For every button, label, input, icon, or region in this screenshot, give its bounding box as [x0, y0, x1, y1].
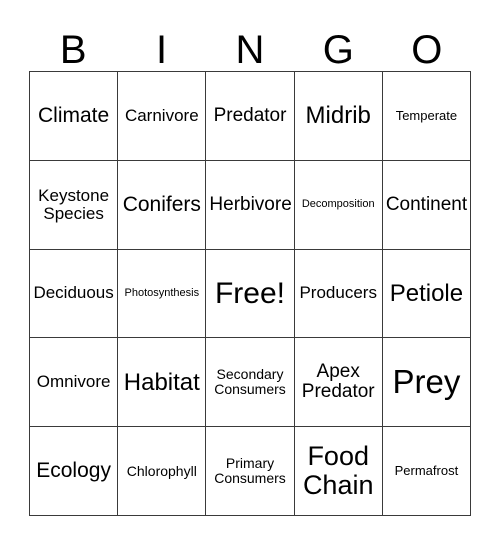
bingo-cell[interactable]: Food Chain	[294, 427, 383, 516]
bingo-cell-label: Predator	[213, 104, 287, 126]
bingo-cell-label: Midrib	[305, 102, 371, 130]
bingo-cell[interactable]: Keystone Species	[30, 160, 119, 250]
bingo-free-space-label: Free!	[214, 276, 286, 310]
bingo-cell-label: Prey	[392, 362, 461, 400]
bingo-cell[interactable]: Producers	[294, 249, 383, 339]
bingo-cell-label: Chlorophyll	[126, 462, 197, 479]
bingo-row: Deciduous Photosynthesis Free! Producers…	[30, 249, 472, 339]
bingo-row: Climate Carnivore Predator Midrib Temper…	[30, 72, 472, 161]
bingo-row: Omnivore Habitat Secondary Consumers Ape…	[30, 338, 472, 428]
bingo-cell[interactable]: Prey	[382, 338, 472, 428]
bingo-header-letter-g: G	[322, 28, 354, 72]
bingo-cell[interactable]: Apex Predator	[294, 338, 383, 428]
bingo-cell-label: Permafrost	[394, 463, 459, 479]
bingo-cell[interactable]: Petiole	[382, 249, 472, 339]
bingo-row: Ecology Chlorophyll Primary Consumers Fo…	[30, 427, 472, 516]
bingo-cell-label: Carnivore	[124, 105, 199, 125]
bingo-cell-label: Temperate	[395, 108, 458, 124]
bingo-cell[interactable]: Photosynthesis	[118, 249, 207, 339]
bingo-cell[interactable]: Omnivore	[30, 338, 119, 428]
bingo-cell[interactable]: Climate	[30, 72, 119, 161]
bingo-grid: Climate Carnivore Predator Midrib Temper…	[29, 71, 472, 516]
bingo-cell[interactable]: Secondary Consumers	[206, 338, 295, 428]
bingo-cell[interactable]: Deciduous	[30, 249, 119, 339]
bingo-cell[interactable]: Habitat	[118, 338, 207, 428]
bingo-cell-label: Continent	[385, 193, 468, 215]
bingo-cell[interactable]: Continent	[382, 160, 472, 250]
bingo-cell[interactable]: Temperate	[382, 72, 472, 161]
bingo-cell[interactable]: Midrib	[294, 72, 383, 161]
bingo-cell-label: Deciduous	[33, 283, 114, 303]
bingo-cell-label: Habitat	[123, 368, 200, 396]
bingo-cell-label: Ecology	[36, 458, 111, 482]
bingo-cell-label: Decomposition	[301, 197, 375, 210]
bingo-cell[interactable]: Conifers	[118, 160, 207, 250]
bingo-cell[interactable]: Ecology	[30, 427, 119, 516]
bingo-header: B I N G O	[29, 8, 471, 71]
bingo-cell[interactable]: Permafrost	[382, 427, 472, 516]
bingo-cell-label: Producers	[299, 283, 377, 303]
bingo-cell-label: Omnivore	[36, 372, 111, 392]
bingo-free-space[interactable]: Free!	[206, 249, 295, 339]
bingo-cell-label: Food Chain	[302, 441, 374, 501]
bingo-cell-label: Primary Consumers	[214, 455, 286, 487]
bingo-header-letter-n: N	[235, 28, 265, 72]
bingo-cell-label: Secondary Consumers	[214, 366, 286, 398]
bingo-header-letter-i: I	[156, 28, 168, 72]
bingo-cell-label: Keystone Species	[38, 185, 110, 223]
bingo-cell-label: Petiole	[389, 279, 464, 307]
bingo-row: Keystone Species Conifers Herbivore Deco…	[30, 160, 472, 250]
bingo-cell[interactable]: Decomposition	[294, 160, 383, 250]
bingo-cell-label: Conifers	[122, 192, 201, 216]
bingo-cell[interactable]: Carnivore	[118, 72, 207, 161]
bingo-header-letter-b: B	[59, 28, 87, 72]
bingo-card: B I N G O Climate Carnivore Predator Mid…	[29, 8, 472, 516]
bingo-cell-label: Apex Predator	[301, 361, 375, 403]
bingo-cell-label: Photosynthesis	[124, 286, 200, 299]
bingo-cell[interactable]: Herbivore	[206, 160, 295, 250]
bingo-cell-label: Climate	[38, 103, 110, 127]
bingo-header-letter-o: O	[411, 28, 443, 72]
bingo-cell[interactable]: Primary Consumers	[206, 427, 295, 516]
bingo-cell-label: Herbivore	[209, 193, 292, 215]
bingo-cell[interactable]: Chlorophyll	[118, 427, 207, 516]
bingo-cell[interactable]: Predator	[206, 72, 295, 161]
